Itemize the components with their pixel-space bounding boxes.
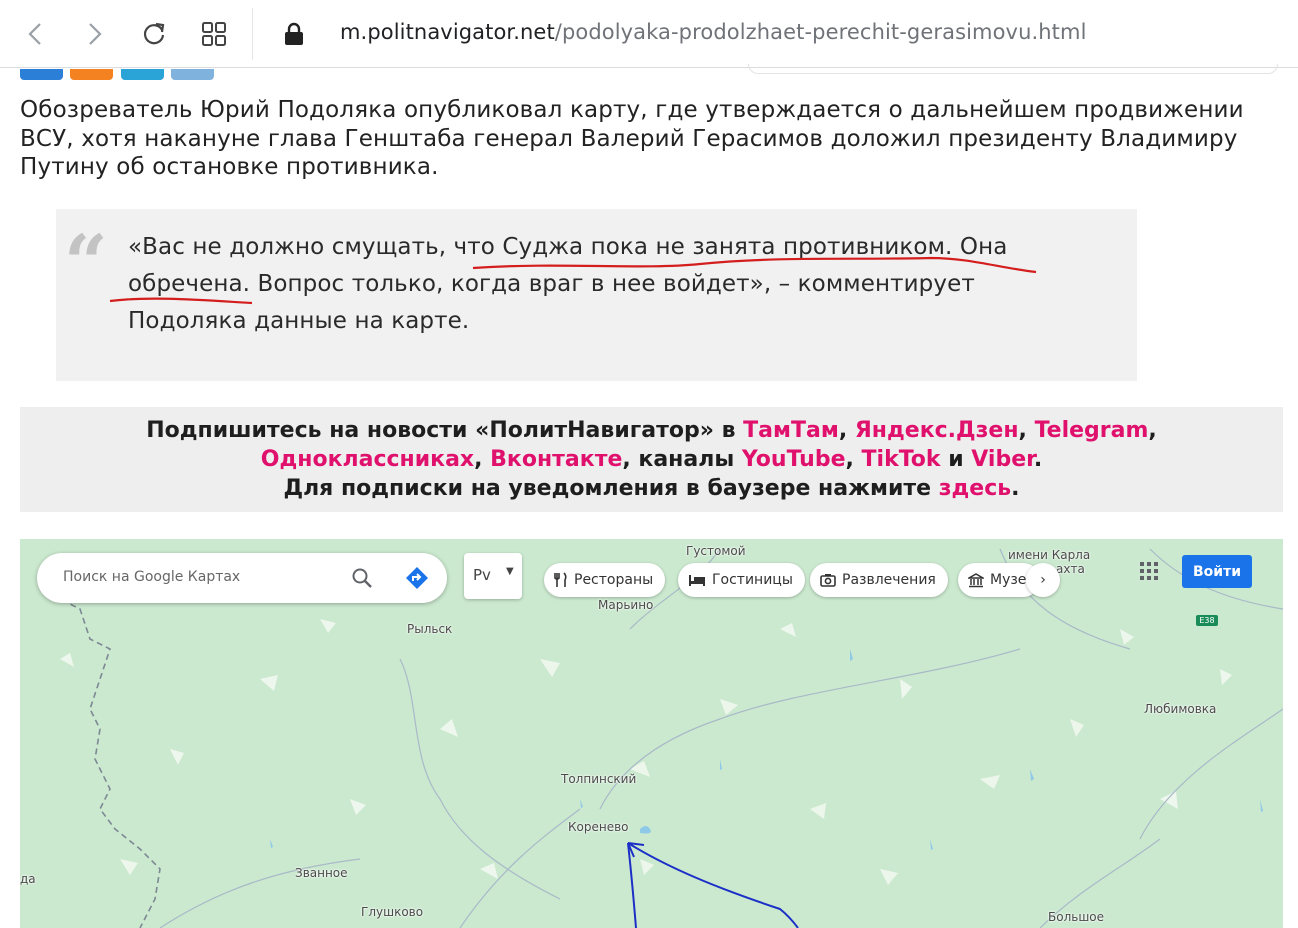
- directions-icon[interactable]: [405, 566, 429, 590]
- subscribe-banner: Подпишитесь на новости «ПолитНавигатор» …: [20, 407, 1283, 512]
- link-youtube[interactable]: YouTube: [742, 447, 846, 472]
- subscribe-text: Подпишитесь на новости «ПолитНавигатор» …: [146, 418, 744, 443]
- separator: ,: [1018, 418, 1035, 443]
- link-vkontakte[interactable]: Вконтакте: [490, 447, 622, 472]
- map-label: Марьино: [598, 598, 654, 612]
- url-path: /podolyaka-prodolzhaet-perechit-gerasimo…: [554, 20, 1087, 44]
- separator: ,: [474, 447, 491, 472]
- apps-grid-icon[interactable]: [1140, 562, 1158, 580]
- bed-icon: [688, 573, 706, 587]
- back-button[interactable]: [16, 14, 56, 54]
- map-login-button[interactable]: Войти: [1182, 555, 1252, 588]
- chip-entertainment[interactable]: Развлечения: [810, 563, 948, 597]
- lock-icon: [285, 22, 303, 45]
- map-label: Большое: [1048, 910, 1105, 924]
- map-label: Коренево: [568, 820, 629, 834]
- subscribe-text: .: [1011, 476, 1020, 501]
- browser-toolbar: m.politnavigator.net/podolyaka-prodolzha…: [0, 0, 1298, 68]
- separator: ,: [838, 418, 855, 443]
- share-button-ok[interactable]: [70, 69, 113, 80]
- link-telegram[interactable]: Telegram: [1035, 418, 1149, 443]
- subscribe-text: Для подписки на уведомления в баузере на…: [283, 476, 939, 501]
- chip-label: Гостиницы: [712, 572, 793, 588]
- link-tamtam[interactable]: ТамТам: [743, 418, 839, 443]
- camera-icon: [820, 573, 836, 587]
- comment-box-edge: [748, 64, 1278, 74]
- article-intro: Обозреватель Юрий Подоляка опубликовал к…: [20, 97, 1244, 180]
- share-button-vk[interactable]: [20, 69, 63, 80]
- subscribe-line-1: Подпишитесь на новости «ПолитНавигатор» …: [20, 416, 1283, 445]
- map-label: Толпинский: [561, 772, 637, 786]
- road-badge: E38: [1196, 615, 1218, 626]
- map-label: Званное: [295, 866, 348, 880]
- map-label: ахта: [1056, 562, 1085, 576]
- url-host: m.politnavigator.net: [340, 20, 555, 44]
- layer-select-label: Рv: [473, 566, 491, 584]
- link-viber[interactable]: Viber: [971, 447, 1034, 472]
- chip-hotels[interactable]: Гостиницы: [678, 563, 805, 597]
- map-label: Любимовка: [1144, 702, 1217, 716]
- map-label: имени Карла: [1008, 548, 1091, 562]
- chevron-down-icon: ▼: [506, 566, 514, 577]
- link-push-notifications[interactable]: здесь: [939, 476, 1011, 501]
- separator: ,: [845, 447, 862, 472]
- map-label: да: [20, 872, 36, 886]
- quote-text: «Вас не должно смущать, что Суджа пока н…: [128, 229, 1068, 340]
- google-map-embed[interactable]: Густомой имени Карла ахта Марьино Рыльск…: [20, 539, 1283, 928]
- map-label: Глушково: [361, 905, 424, 919]
- quote-line: обречена. Вопрос только, когда враг в не…: [128, 271, 975, 297]
- share-button-twitter[interactable]: [171, 69, 214, 80]
- subscribe-text: и: [940, 447, 972, 472]
- chip-label: Развлечения: [842, 572, 936, 588]
- chevron-right-icon: ›: [1040, 572, 1046, 588]
- back-arrow-icon: [28, 23, 41, 45]
- chip-label: Музе: [990, 572, 1027, 588]
- fork-knife-icon: [554, 572, 568, 588]
- share-button-telegram[interactable]: [121, 69, 164, 80]
- forward-arrow-icon: [89, 23, 102, 45]
- search-icon[interactable]: [351, 567, 373, 589]
- chips-next-button[interactable]: ›: [1026, 563, 1060, 597]
- address-bar[interactable]: m.politnavigator.net/podolyaka-prodolzha…: [340, 20, 1087, 44]
- search-input[interactable]: Поиск на Google Картах: [63, 569, 240, 585]
- map-search-box[interactable]: Поиск на Google Картах: [37, 553, 447, 603]
- forward-button[interactable]: [74, 14, 114, 54]
- toolbar-divider: [252, 8, 253, 60]
- tabs-grid-icon: [202, 22, 226, 46]
- quote-mark-icon: “: [64, 218, 108, 307]
- map-label: Густомой: [686, 544, 746, 558]
- attack-arrow: [627, 842, 799, 928]
- quote-line: «Вас не должно смущать, что Суджа пока н…: [128, 234, 1008, 260]
- subscribe-line-3: Для подписки на уведомления в баузере на…: [20, 474, 1283, 503]
- map-layer-select[interactable]: Рv ▼: [464, 553, 522, 599]
- tabs-button[interactable]: [194, 14, 234, 54]
- separator: ,: [1148, 418, 1157, 443]
- site-info-button[interactable]: [274, 14, 314, 54]
- chip-label: Рестораны: [574, 572, 654, 588]
- subscribe-text: .: [1033, 447, 1043, 472]
- reload-button[interactable]: [134, 14, 174, 54]
- link-tiktok[interactable]: TikTok: [862, 447, 941, 472]
- chip-restaurants[interactable]: Рестораны: [544, 563, 666, 597]
- reload-icon: [143, 22, 165, 45]
- subscribe-text: , каналы: [622, 447, 742, 472]
- map-label: Рыльск: [407, 622, 453, 636]
- blockquote: “ «Вас не должно смущать, что Суджа пока…: [56, 209, 1137, 381]
- quote-line: Подоляка данные на карте.: [128, 308, 470, 334]
- link-yandex-zen[interactable]: Яндекс.Дзен: [855, 418, 1019, 443]
- museum-icon: [968, 572, 984, 588]
- link-odnoklassniki[interactable]: Одноклассниках: [261, 447, 474, 472]
- subscribe-line-2: Одноклассниках, Вконтакте, каналы YouTub…: [20, 445, 1283, 474]
